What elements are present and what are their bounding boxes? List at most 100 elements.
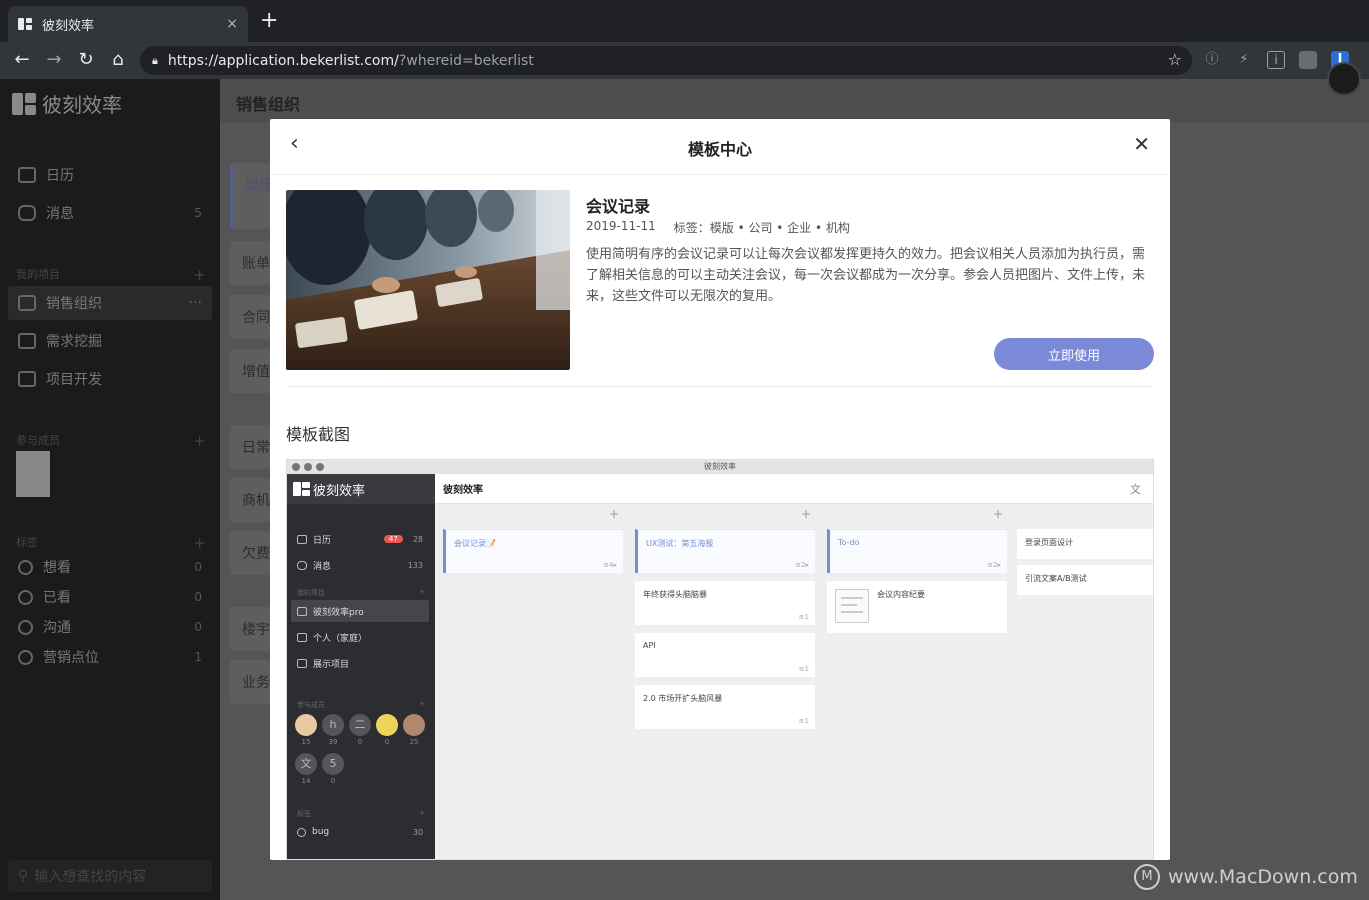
add-icon: + xyxy=(419,588,425,596)
avatar xyxy=(295,714,317,736)
document-icon xyxy=(835,589,869,623)
bolt-extension-icon[interactable]: ⚡︎ xyxy=(1235,51,1253,69)
home-icon[interactable]: ⌂ xyxy=(107,49,129,71)
member-count: 0 xyxy=(357,738,363,746)
browser-tab[interactable]: 彼刻效率 × xyxy=(8,6,248,42)
card-count: ≡1 xyxy=(798,665,809,673)
card-title: 会议记录📝 xyxy=(454,539,496,548)
add-member-button[interactable]: + xyxy=(193,432,206,450)
avatar xyxy=(376,714,398,736)
card-title: UX测试：第五海报 xyxy=(646,539,714,548)
modal-title: 模板中心 xyxy=(687,140,752,159)
preview-count: 28 xyxy=(412,534,423,544)
back-icon[interactable]: ← xyxy=(11,49,33,71)
avatar: h xyxy=(322,714,344,736)
brand-name: 彼刻效率 xyxy=(42,93,122,117)
tag-circle-icon xyxy=(18,559,33,575)
template-description: 使用简明有序的会议记录可以让每次会议都发挥更持久的效力。把会议相关人员添加为执行… xyxy=(586,247,1146,304)
preview-column: + UX测试：第五海报 ≡2▸ 年终获得头脑脑暴 ≡1 API ≡1 2.0 市… xyxy=(629,505,817,859)
calendar-icon xyxy=(297,534,307,544)
sidebar-item-project-demand[interactable]: 需求挖掘 xyxy=(8,324,212,358)
avatar: 5 xyxy=(322,753,344,775)
url-host: https://application.bekerlist.com/ xyxy=(167,52,399,69)
tag-count: 0 xyxy=(194,620,202,634)
browser-tab-strip: 彼刻效率 × + xyxy=(0,0,1369,42)
sidebar-item-project-dev[interactable]: 项目开发 xyxy=(8,362,212,396)
user-avatar[interactable] xyxy=(1327,62,1361,96)
modal-header: ‹ 模板中心 ✕ xyxy=(270,119,1170,175)
tag-label: 想看 xyxy=(43,560,71,576)
preview-header-title: 彼刻效率 xyxy=(443,485,483,496)
add-icon: + xyxy=(992,507,1003,521)
avatar: 二 xyxy=(349,714,371,736)
preview-nav-label: 日历 xyxy=(313,535,332,546)
url-bar[interactable]: 🔒︎ https://application.bekerlist.com/?wh… xyxy=(140,46,1192,75)
preview-count: 133 xyxy=(407,560,423,570)
preview-card: 2.0 市场开扩头脑风暴 ≡1 xyxy=(635,685,815,729)
member-count: 0 xyxy=(330,777,336,785)
forward-icon[interactable]: → xyxy=(43,49,65,71)
reader-extension-icon[interactable]: i xyxy=(1267,51,1285,69)
avatar[interactable] xyxy=(16,451,50,497)
template-tags: 标签：模版 • 公司 • 企业 • 机构 xyxy=(673,221,850,235)
preview-brand-name: 彼刻效率 xyxy=(313,483,366,499)
preview-nav-label: 消息 xyxy=(313,561,332,572)
sidebar-tag-item[interactable]: 营销点位 1 xyxy=(8,640,212,674)
template-name: 会议记录 xyxy=(586,197,651,216)
sidebar-item-label: 日历 xyxy=(46,168,74,184)
section-label: 我的项目 xyxy=(16,268,60,281)
sidebar-tag-item[interactable]: 已看 0 xyxy=(8,580,212,614)
tab-close-icon[interactable]: × xyxy=(226,16,238,32)
page-title: 销售组织 xyxy=(220,79,1369,123)
template-cover-image xyxy=(286,190,570,370)
preview-card: To-do ≡2▸ xyxy=(827,529,1007,573)
member-count: 0 xyxy=(384,738,390,746)
window-dot-icon xyxy=(304,463,312,471)
preview-column: + To-do ≡2▸ 会议内容纪要 xyxy=(821,505,1009,859)
sidebar-item-calendar[interactable]: 日历 xyxy=(8,158,212,192)
preview-board: 彼刻效率 文 + 会议记录📝 ≡4▸ + UX测试：第五海报 ≡2▸ 年终获得头… xyxy=(435,474,1153,859)
section-label: 标签 xyxy=(297,810,311,818)
macdown-logo-icon: M xyxy=(1134,864,1160,890)
use-template-button[interactable]: 立即使用 xyxy=(994,338,1154,370)
sidebar-item-project-sales[interactable]: 销售组织 ··· xyxy=(8,286,212,320)
card-title: 年终获得头脑脑暴 xyxy=(643,590,707,599)
sidebar-tag-item[interactable]: 想看 0 xyxy=(8,550,212,584)
preview-project-item: 个人（家庭） xyxy=(291,626,429,648)
section-label: 参与成员 xyxy=(16,434,60,447)
tag-count: 0 xyxy=(194,590,202,604)
shield-extension-icon[interactable] xyxy=(1299,51,1317,69)
section-label: 参与成员 xyxy=(297,701,325,709)
sidebar-tag-item[interactable]: 沟通 0 xyxy=(8,610,212,644)
search-input[interactable]: ⚲ 输入想查找的内容 xyxy=(8,860,212,892)
screenshot-section-title: 模板截图 xyxy=(286,425,351,444)
preview-card: API ≡1 xyxy=(635,633,815,677)
add-icon: + xyxy=(419,700,425,708)
add-icon: + xyxy=(419,809,425,817)
member-count: 25 xyxy=(409,738,419,746)
members-section-header: 参与成员 + xyxy=(16,432,206,450)
preview-project-label: 个人（家庭） xyxy=(313,633,368,644)
new-tab-button[interactable]: + xyxy=(260,10,278,32)
app-favicon-icon xyxy=(18,17,32,31)
member-count: 14 xyxy=(301,777,311,785)
url-query: ?whereid=bekerlist xyxy=(398,52,534,69)
project-icon xyxy=(18,295,36,311)
brand-logo[interactable]: 彼刻效率 xyxy=(12,89,122,118)
close-icon[interactable]: ✕ xyxy=(1133,133,1150,155)
sidebar-item-messages[interactable]: 消息 5 xyxy=(8,196,212,230)
add-project-button[interactable]: + xyxy=(193,266,206,284)
card-count: ≡2▸ xyxy=(987,561,1001,569)
reload-icon[interactable]: ↻ xyxy=(75,49,97,71)
projects-section-header: 我的项目 + xyxy=(16,266,206,284)
project-icon xyxy=(18,371,36,387)
more-icon[interactable]: ··· xyxy=(189,295,202,311)
document-icon: 文 xyxy=(1130,482,1141,496)
calendar-icon xyxy=(18,167,36,183)
preview-projects-header: 我的项目 + xyxy=(297,588,425,598)
info-extension-icon[interactable]: ⓘ xyxy=(1203,51,1221,69)
bookmark-star-icon[interactable]: ☆ xyxy=(1168,50,1182,69)
avatar: 文 xyxy=(295,753,317,775)
card-title: 登录页面设计 xyxy=(1025,538,1073,547)
preview-card: 会议内容纪要 xyxy=(827,581,1007,633)
